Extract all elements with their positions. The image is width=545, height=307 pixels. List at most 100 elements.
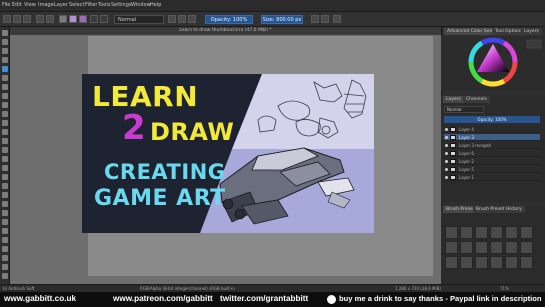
- menu-settings[interactable]: Settings: [111, 2, 132, 8]
- brush-preset[interactable]: [505, 256, 518, 269]
- brush-preset[interactable]: [520, 226, 533, 239]
- layer-blend-mode-select[interactable]: Normal: [444, 106, 484, 113]
- layer-row[interactable]: Layer 4: [444, 126, 540, 133]
- undo-button[interactable]: [36, 15, 44, 23]
- brush-preset[interactable]: [520, 241, 533, 254]
- layer-row[interactable]: Layer 2: [444, 158, 540, 165]
- footer-patreon[interactable]: www.patreon.com/gabbitt: [113, 294, 213, 303]
- brush-preset[interactable]: [490, 226, 503, 239]
- blend-mode-select[interactable]: Normal: [114, 15, 164, 24]
- brush-preset[interactable]: [520, 256, 533, 269]
- brush-preset[interactable]: [490, 256, 503, 269]
- preserve-alpha-button[interactable]: [178, 15, 186, 23]
- menu-window[interactable]: Window: [131, 2, 151, 8]
- menu-tools[interactable]: Tools: [98, 2, 110, 8]
- eraser-mode-button[interactable]: [168, 15, 176, 23]
- visibility-eye-icon[interactable]: [445, 144, 448, 147]
- visibility-eye-icon[interactable]: [445, 152, 448, 155]
- menu-layer[interactable]: Layer: [54, 2, 68, 8]
- foreground-color-swatch[interactable]: [90, 15, 98, 23]
- elliptical-select-tool-icon[interactable]: [2, 237, 8, 243]
- open-document-button[interactable]: [13, 15, 21, 23]
- gradient-swatch[interactable]: [59, 15, 67, 23]
- brush-preset[interactable]: [460, 256, 473, 269]
- brush-preset-button[interactable]: [79, 15, 87, 23]
- menu-help[interactable]: Help: [150, 2, 161, 8]
- visibility-eye-icon[interactable]: [445, 128, 448, 131]
- crop-tool-icon[interactable]: [2, 174, 8, 180]
- brush-preset[interactable]: [445, 226, 458, 239]
- select-shapes-tool-icon[interactable]: [2, 30, 8, 36]
- visibility-eye-icon[interactable]: [445, 176, 448, 179]
- document-tab[interactable]: Learn to draw thumbnail.kra (47.0 MiB) *: [10, 27, 441, 35]
- color-wheel[interactable]: [441, 36, 545, 91]
- bezier-tool-icon[interactable]: [2, 120, 8, 126]
- menu-filter[interactable]: Filter: [85, 2, 97, 8]
- menu-view[interactable]: View: [24, 2, 36, 8]
- menu-edit[interactable]: Edit: [12, 2, 22, 8]
- brush-preset[interactable]: [460, 241, 473, 254]
- visibility-eye-icon[interactable]: [445, 160, 448, 163]
- mirror-horizontal-button[interactable]: [311, 15, 319, 23]
- new-document-button[interactable]: [3, 15, 11, 23]
- layer-opacity-slider[interactable]: Opacity: 100%: [444, 116, 540, 123]
- ellipse-tool-icon[interactable]: [2, 93, 8, 99]
- footer-website[interactable]: www.gabbitt.co.uk: [4, 294, 76, 303]
- tab-layers[interactable]: Layers: [443, 96, 464, 103]
- zoom-tool-icon[interactable]: [2, 264, 8, 270]
- layer-row[interactable]: Layer 3 merged: [444, 142, 540, 149]
- opacity-slider[interactable]: Opacity: 100%: [205, 15, 253, 24]
- freehand-brush-tool-icon[interactable]: [2, 66, 8, 72]
- menu-file[interactable]: File: [2, 2, 10, 8]
- brush-preset[interactable]: [445, 256, 458, 269]
- visibility-eye-icon[interactable]: [445, 168, 448, 171]
- brush-preset[interactable]: [475, 256, 488, 269]
- background-color-swatch[interactable]: [100, 15, 108, 23]
- freehand-path-tool-icon[interactable]: [2, 129, 8, 135]
- transform-tool-icon[interactable]: [2, 156, 8, 162]
- footer-twitter[interactable]: twitter.com/grantabbitt: [220, 294, 308, 303]
- assistant-tool-icon[interactable]: [2, 210, 8, 216]
- calligraphy-tool-icon[interactable]: [2, 57, 8, 63]
- tab-brush-preset-history[interactable]: Brush Preset History: [473, 206, 525, 213]
- line-tool-icon[interactable]: [2, 75, 8, 81]
- rectangular-select-tool-icon[interactable]: [2, 228, 8, 234]
- measure-tool-icon[interactable]: [2, 219, 8, 225]
- brush-preset[interactable]: [475, 241, 488, 254]
- tab-channels[interactable]: Channels: [463, 96, 490, 103]
- fill-tool-icon[interactable]: [2, 201, 8, 207]
- polygon-tool-icon[interactable]: [2, 102, 8, 108]
- brush-preset[interactable]: [490, 241, 503, 254]
- layer-row-selected[interactable]: Layer 3: [444, 134, 540, 141]
- brush-size-slider[interactable]: Size: 800.00 px: [261, 15, 303, 24]
- reload-preset-button[interactable]: [188, 15, 196, 23]
- text-tool-icon[interactable]: [2, 39, 8, 45]
- tab-layers-top[interactable]: Layers: [521, 28, 542, 35]
- pattern-swatch[interactable]: [69, 15, 77, 23]
- pan-tool-icon[interactable]: [2, 273, 8, 279]
- freehand-select-tool-icon[interactable]: [2, 246, 8, 252]
- layer-row[interactable]: Layer 1: [444, 174, 540, 181]
- save-document-button[interactable]: [23, 15, 31, 23]
- color-picker-tool-icon[interactable]: [2, 192, 8, 198]
- move-tool-icon[interactable]: [2, 165, 8, 171]
- redo-button[interactable]: [46, 15, 54, 23]
- menu-select[interactable]: Select: [69, 2, 84, 8]
- artwork-canvas[interactable]: LEARN 2 DRAW CREATING GAME ART: [82, 74, 374, 233]
- brush-preset[interactable]: [475, 226, 488, 239]
- polyline-tool-icon[interactable]: [2, 111, 8, 117]
- gradient-tool-icon[interactable]: [2, 183, 8, 189]
- contiguous-select-tool-icon[interactable]: [2, 255, 8, 261]
- layer-row[interactable]: Layer 5: [444, 166, 540, 173]
- dynamic-brush-tool-icon[interactable]: [2, 138, 8, 144]
- layer-row[interactable]: Layer 6: [444, 150, 540, 157]
- mirror-vertical-button[interactable]: [321, 15, 329, 23]
- rectangle-tool-icon[interactable]: [2, 84, 8, 90]
- brush-preset[interactable]: [505, 241, 518, 254]
- edit-shapes-tool-icon[interactable]: [2, 48, 8, 54]
- menu-image[interactable]: Image: [38, 2, 54, 8]
- brush-preset[interactable]: [460, 226, 473, 239]
- visibility-eye-icon[interactable]: [445, 136, 448, 139]
- brush-preset[interactable]: [445, 241, 458, 254]
- wrap-around-button[interactable]: [333, 15, 341, 23]
